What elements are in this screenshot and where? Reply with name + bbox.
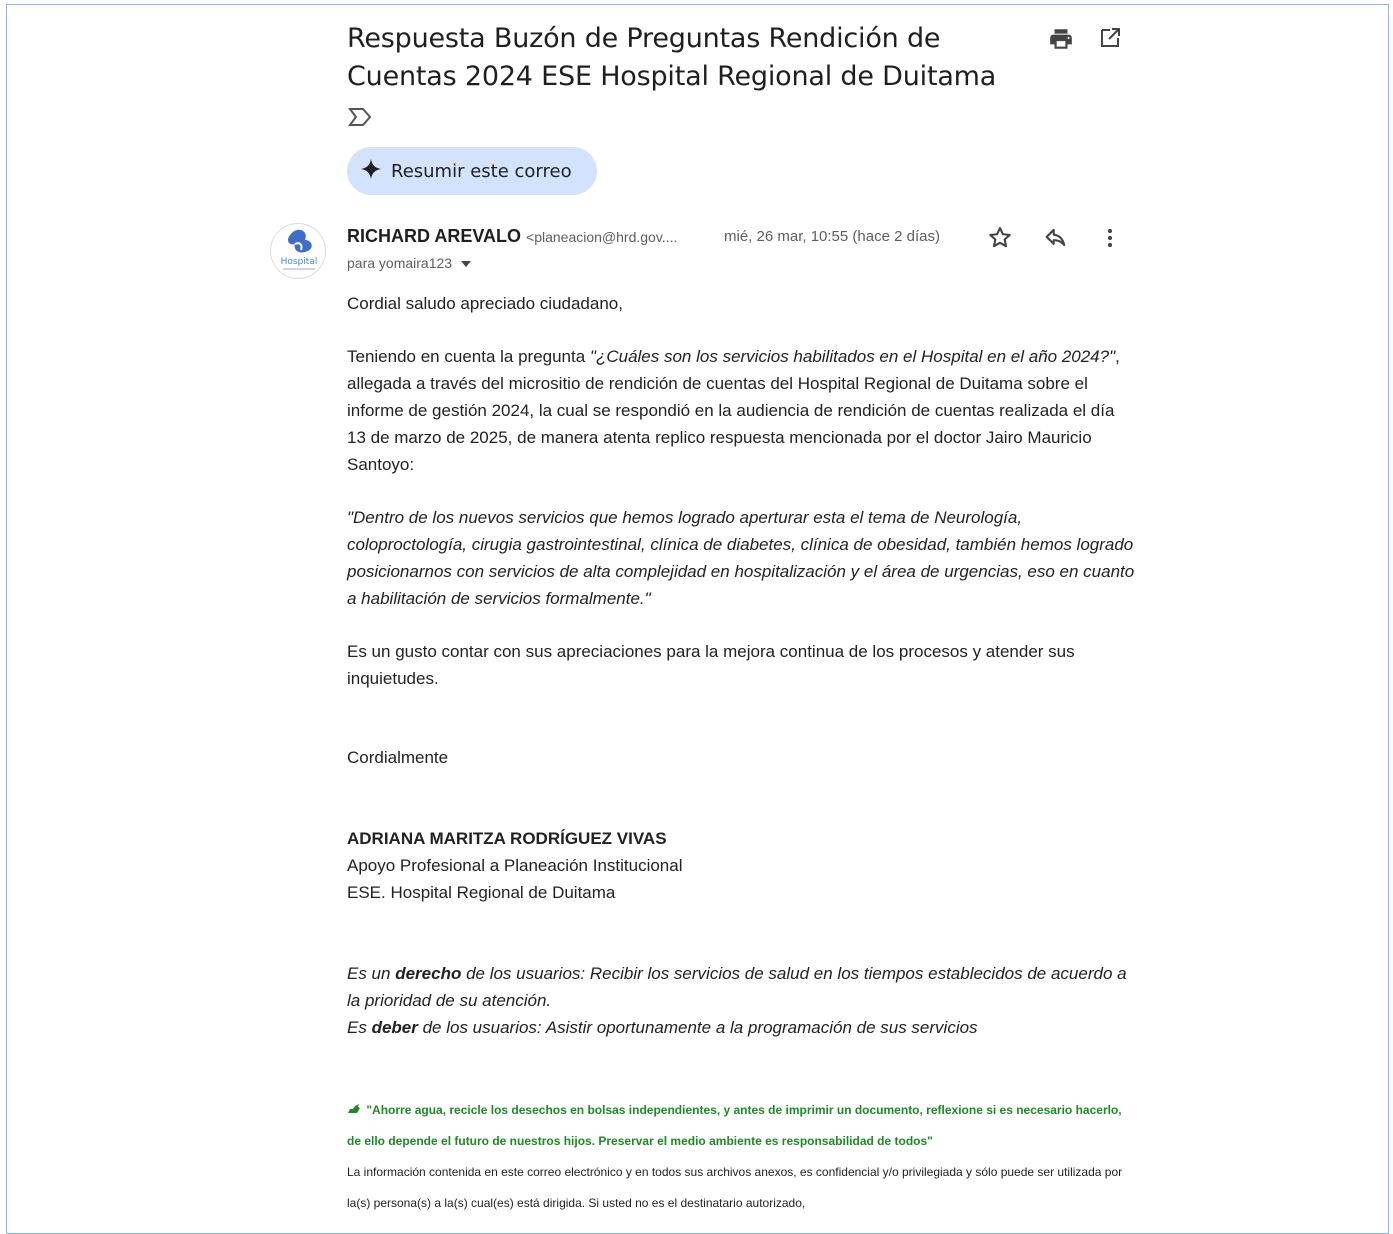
email-date: mié, 26 mar, 10:55 (hace 2 días): [724, 228, 940, 245]
summarize-label: Resumir este correo: [391, 160, 572, 182]
eco-message: "Ahorre agua, recicle los desechos en bo…: [347, 1095, 1137, 1157]
signature-role: Apoyo Profesional a Planeación Instituci…: [347, 856, 683, 875]
summarize-email-button[interactable]: Resumir este correo: [347, 147, 597, 195]
svg-text:Hospital: Hospital: [281, 257, 318, 267]
p1-question: "¿Cuáles son los servicios habilitados e…: [589, 347, 1116, 366]
eco-text: "Ahorre agua, recicle los desechos en bo…: [347, 1103, 1122, 1148]
p1-intro: Teniendo en cuenta la pregunta: [347, 347, 590, 366]
recycle-icon: [347, 1103, 363, 1117]
closing: Cordialmente: [347, 748, 449, 767]
avatar[interactable]: Hospital: [270, 223, 326, 279]
signature-org: ESE. Hospital Regional de Duitama: [347, 883, 616, 902]
more-vert-icon[interactable]: [1096, 224, 1124, 252]
recipients-text: para yomaira123: [347, 255, 453, 271]
greeting: Cordial saludo apreciado ciudadano,: [347, 294, 623, 313]
signature-name: ADRIANA MARITZA RODRÍGUEZ VIVAS: [347, 829, 667, 848]
reply-icon[interactable]: [1042, 224, 1070, 252]
recipients-dropdown[interactable]: para yomaira123: [347, 255, 472, 271]
p1-rest: , allegada a través del micrositio de re…: [347, 347, 1120, 474]
open-in-new-window-icon[interactable]: [1098, 26, 1124, 52]
user-right-text: Es un derecho de los usuarios: Recibir l…: [347, 964, 1127, 1010]
quote-paragraph: "Dentro de los nuevos servicios que hemo…: [347, 508, 1135, 608]
print-icon[interactable]: [1048, 26, 1074, 52]
paragraph-question: Teniendo en cuenta la pregunta "¿Cuáles …: [347, 343, 1137, 478]
email-subject: Respuesta Buzón de Preguntas Rendición d…: [347, 23, 997, 92]
sparkle-icon: [361, 158, 381, 184]
paragraph-thanks: Es un gusto contar con sus apreciaciones…: [347, 642, 1075, 688]
label-importance-icon[interactable]: [347, 106, 373, 134]
sender-name[interactable]: RICHARD AREVALO: [347, 226, 521, 246]
caret-down-icon: [456, 255, 472, 271]
email-body: Cordial saludo apreciado ciudadano, Teni…: [347, 290, 1137, 1219]
sender-email[interactable]: <planeacion@hrd.gov....: [526, 229, 677, 245]
star-icon[interactable]: [986, 224, 1014, 252]
sender-line: RICHARD AREVALO <planeacion@hrd.gov....: [347, 226, 677, 247]
disclaimer: La información contenida en este correo …: [347, 1165, 1123, 1210]
user-duty-text: Es deber de los usuarios: Asistir oportu…: [347, 1018, 978, 1037]
